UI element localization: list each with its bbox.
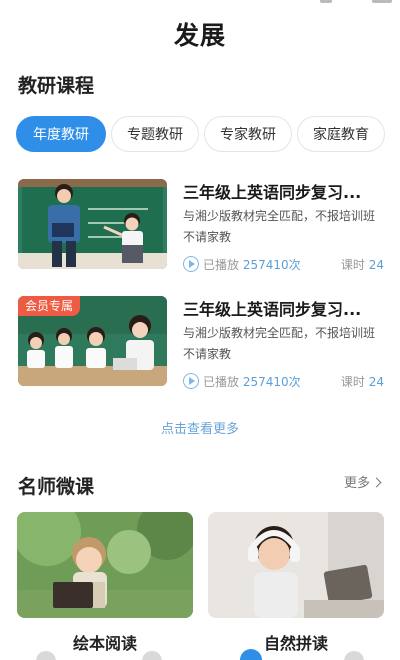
course-item[interactable]: 三年级上英语同步复习... 与湘少版教材完全匹配，不报培训班不请家教 已播放 2…	[18, 179, 384, 273]
tab-expert-research[interactable]: 专家教研	[204, 116, 292, 152]
lessons-count: 24	[368, 258, 384, 272]
course-item[interactable]: 会员专属 三年级上英语同步复习... 与湘少版教材完全匹配，不报培训班不请家教 …	[18, 296, 384, 390]
play-icon	[183, 373, 199, 389]
course-meta: 已播放 257410次 课时 24	[183, 372, 384, 390]
page-title: 发展	[173, 21, 226, 50]
course-thumbnail	[18, 179, 167, 269]
course-description: 与湘少版教材完全匹配，不报培训班不请家教	[183, 209, 376, 244]
played-info: 已播放 257410次	[203, 375, 301, 389]
tab-topic-research[interactable]: 专题教研	[111, 116, 199, 152]
tab-bar-home-icon[interactable]	[36, 651, 56, 660]
micro-course-card[interactable]	[208, 512, 384, 618]
played-info: 已播放 257410次	[203, 258, 301, 272]
view-more-link[interactable]: 点击查看更多	[0, 418, 400, 437]
member-exclusive-badge: 会员专属	[18, 296, 81, 316]
lessons-info: 课时 24	[340, 375, 384, 389]
course-description: 与湘少版教材完全匹配，不报培训班不请家教	[183, 326, 376, 361]
research-tabs: 年度教研 专题教研 专家教研 家庭教育	[16, 116, 400, 152]
bottom-tab-bar	[0, 646, 400, 660]
course-thumbnail: 会员专属	[18, 296, 167, 386]
lessons-info: 课时 24	[340, 258, 384, 272]
tab-bar-develop-icon[interactable]	[240, 649, 262, 660]
played-count: 257410次	[242, 258, 301, 272]
course-title: 三年级上英语同步复习...	[183, 300, 362, 319]
micro-course-card[interactable]	[17, 512, 193, 618]
tab-annual-research[interactable]: 年度教研	[16, 116, 106, 152]
status-bar-battery-icon	[372, 0, 392, 3]
course-meta: 已播放 257410次 课时 24	[183, 255, 384, 273]
tab-family-education[interactable]: 家庭教育	[297, 116, 385, 152]
course-title: 三年级上英语同步复习...	[183, 183, 362, 202]
tab-bar-course-icon[interactable]	[142, 651, 162, 660]
status-bar-indicator	[320, 0, 332, 3]
chevron-right-icon	[371, 477, 382, 488]
play-icon	[183, 256, 199, 272]
teachers-more-button[interactable]: 更多	[344, 472, 382, 491]
research-section-title: 教研课程	[18, 75, 95, 97]
played-count: 257410次	[242, 375, 301, 389]
lessons-count: 24	[368, 375, 384, 389]
tab-bar-profile-icon[interactable]	[344, 651, 364, 660]
teachers-section-title: 名师微课	[18, 476, 95, 498]
